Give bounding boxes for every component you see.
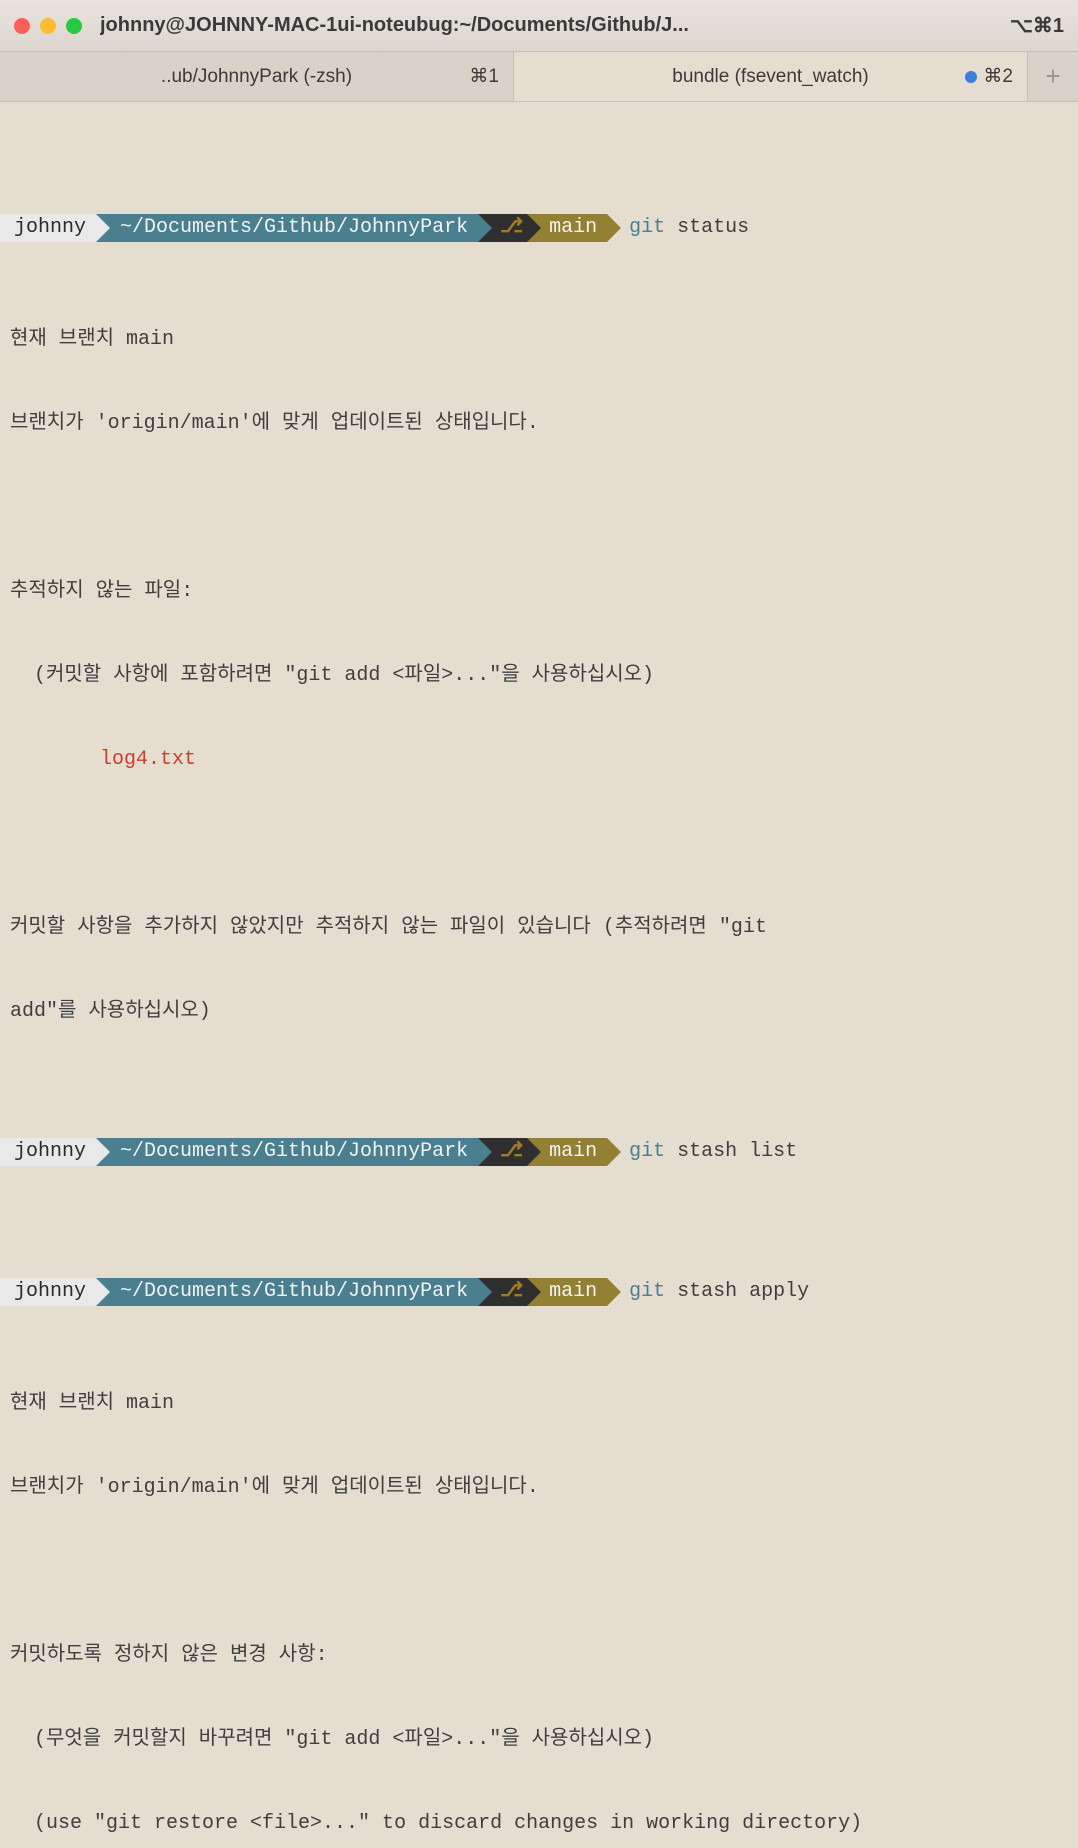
minimize-button[interactable] (40, 18, 56, 34)
titlebar: johnny@JOHNNY-MAC-1ui-noteubug:~/Documen… (0, 0, 1078, 52)
traffic-lights (14, 18, 82, 34)
prompt-path: ~/Documents/Github/JohnnyPark (96, 214, 478, 242)
tab-shortcut: ⌘2 (965, 65, 1013, 88)
output-line: 브랜치가 'origin/main'에 맞게 업데이트된 상태입니다. (0, 410, 1078, 438)
output-line: (use "git restore <file>..." to discard … (0, 1810, 1078, 1838)
output-line: (커밋할 사항에 포함하려면 "git add <파일>..."을 사용하십시오… (0, 662, 1078, 690)
prompt-line: johnny ~/Documents/Github/JohnnyPark ⎇ m… (0, 214, 1078, 242)
output-line: 현재 브랜치 main (0, 326, 1078, 354)
output-line: 커밋할 사항을 추가하지 않았지만 추적하지 않는 파일이 있습니다 (추적하려… (0, 914, 1078, 942)
tab-label: ..ub/JohnnyPark (-zsh) (0, 66, 513, 88)
command: git stash list (607, 1138, 797, 1166)
command: git stash apply (607, 1278, 809, 1306)
output-line: 브랜치가 'origin/main'에 맞게 업데이트된 상태입니다. (0, 1474, 1078, 1502)
output-line: 추적하지 않는 파일: (0, 578, 1078, 606)
output-line: 현재 브랜치 main (0, 1390, 1078, 1418)
activity-indicator-icon (965, 71, 977, 83)
prompt-path: ~/Documents/Github/JohnnyPark (96, 1138, 478, 1166)
window-title: johnny@JOHNNY-MAC-1ui-noteubug:~/Documen… (100, 14, 1000, 37)
prompt-line: johnny ~/Documents/Github/JohnnyPark ⎇ m… (0, 1138, 1078, 1166)
tab-shortcut: ⌘1 (469, 65, 499, 88)
output-line: (무엇을 커밋할지 바꾸려면 "git add <파일>..."을 사용하십시오… (0, 1726, 1078, 1754)
close-button[interactable] (14, 18, 30, 34)
tabbar: ..ub/JohnnyPark (-zsh) ⌘1 bundle (fseven… (0, 52, 1078, 102)
prompt-user: johnny (0, 1278, 96, 1306)
prompt-user: johnny (0, 1138, 96, 1166)
tab-1[interactable]: ..ub/JohnnyPark (-zsh) ⌘1 (0, 52, 514, 101)
untracked-file: log4.txt (0, 746, 1078, 774)
prompt-line: johnny ~/Documents/Github/JohnnyPark ⎇ m… (0, 1278, 1078, 1306)
new-tab-button[interactable]: + (1028, 52, 1078, 101)
tab-label: bundle (fsevent_watch) (514, 66, 1027, 88)
terminal-area[interactable]: johnny ~/Documents/Github/JohnnyPark ⎇ m… (0, 102, 1078, 1848)
tab-2[interactable]: bundle (fsevent_watch) ⌘2 (514, 52, 1028, 101)
command: git status (607, 214, 749, 242)
prompt-user: johnny (0, 214, 96, 242)
zoom-button[interactable] (66, 18, 82, 34)
prompt-path: ~/Documents/Github/JohnnyPark (96, 1278, 478, 1306)
output-line: 커밋하도록 정하지 않은 변경 사항: (0, 1642, 1078, 1670)
window-shortcut: ⌥⌘1 (1010, 13, 1064, 38)
output-line: add"를 사용하십시오) (0, 998, 1078, 1026)
